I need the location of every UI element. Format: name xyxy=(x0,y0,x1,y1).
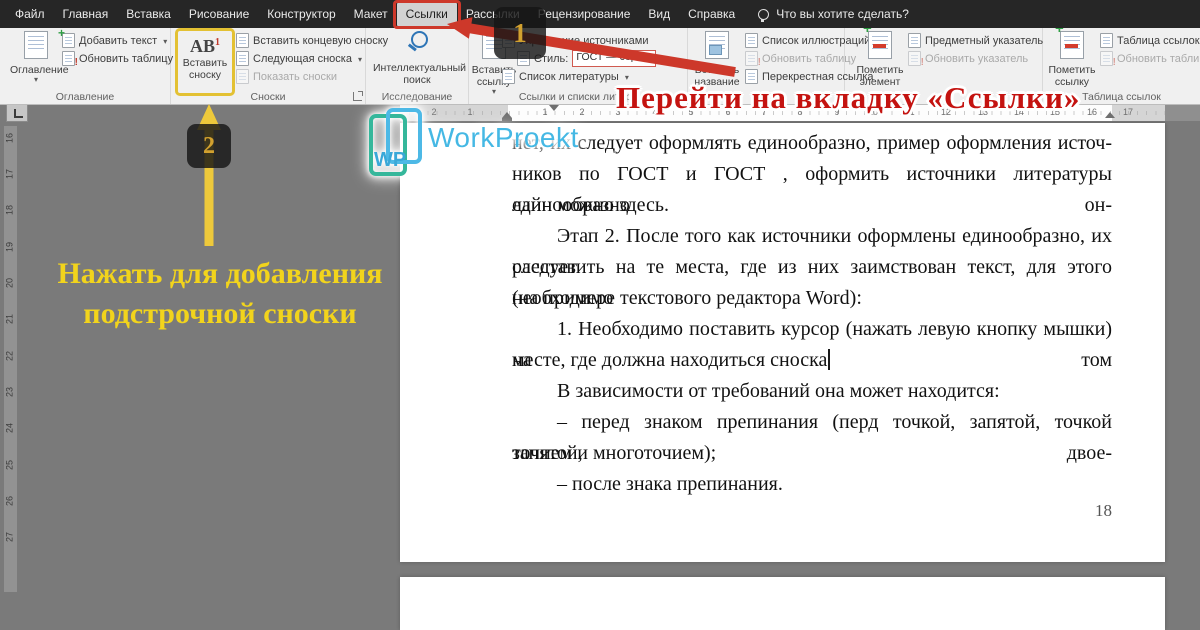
dialog-launcher-icon[interactable] xyxy=(353,92,362,101)
word-window: Файл Главная Вставка Рисование Конструкт… xyxy=(0,0,1200,630)
vertical-ruler[interactable]: 16 17 18 19 20 21 22 23 24 25 26 27 xyxy=(4,126,17,592)
update-index-icon xyxy=(908,51,921,66)
tab-insert[interactable]: Вставка xyxy=(117,0,180,28)
ribbon-tab-bar: Файл Главная Вставка Рисование Конструкт… xyxy=(0,0,1200,28)
chevron-down-icon xyxy=(356,53,362,65)
toc-icon xyxy=(24,31,48,59)
insert-footnote-button[interactable]: AB1 Вставить сноску xyxy=(179,30,231,90)
ruler-number: 17 xyxy=(1120,107,1136,117)
right-indent-marker[interactable] xyxy=(1105,112,1115,118)
tab-file[interactable]: Файл xyxy=(6,0,54,28)
update-authorities-table-button: Обновить таблицу xyxy=(1100,50,1200,67)
next-footnote-icon xyxy=(236,51,249,66)
lightbulb-icon xyxy=(758,9,769,20)
update-index-button: Обновить указатель xyxy=(908,50,1028,67)
update-table-icon xyxy=(1100,51,1113,66)
text-line: ников по ГОСТ и ГОСТ , оформить источник… xyxy=(512,159,1112,190)
show-notes-icon xyxy=(236,69,249,84)
tab-home[interactable]: Главная xyxy=(54,0,118,28)
step-2-badge: 2 xyxy=(187,124,231,168)
mark-entry-icon: + xyxy=(868,31,892,59)
text-line: – перед знаком препинания (перд точкой, … xyxy=(512,407,1112,438)
insert-table-of-authorities-button[interactable]: Таблица ссылок xyxy=(1100,32,1200,49)
mark-citation-icon: + xyxy=(1060,31,1084,59)
text-line: – после знака препинания. xyxy=(512,469,1112,500)
table-of-figures-icon xyxy=(745,33,758,48)
update-table-icon xyxy=(62,51,75,66)
horizontal-ruler-tail xyxy=(1165,105,1200,121)
insert-caption-icon xyxy=(705,31,729,59)
tab-references[interactable]: Ссылки xyxy=(397,3,457,26)
tab-stop-selector[interactable] xyxy=(6,104,28,122)
logo-monogram: WP xyxy=(374,149,406,171)
ruler-number: 2 xyxy=(426,107,442,117)
workproekt-logo: WP WorkProekt xyxy=(368,106,426,185)
step-1-badge: 1 xyxy=(494,7,546,59)
add-text-button[interactable]: Добавить текст xyxy=(62,32,167,49)
first-line-indent-marker[interactable] xyxy=(549,105,559,111)
tab-design[interactable]: Конструктор xyxy=(258,0,344,28)
ruler-number: 16 xyxy=(1084,107,1100,117)
text-line: В зависимости от требований она может на… xyxy=(512,376,1112,407)
document-page-2[interactable] xyxy=(400,577,1165,630)
add-text-icon xyxy=(62,33,75,48)
insert-index-button[interactable]: Предметный указатель xyxy=(908,32,1043,49)
text-line: 1. Необходимо поставить курсор (нажать л… xyxy=(512,314,1112,345)
index-icon xyxy=(908,33,921,48)
group-table-of-contents: Оглавление ▾ Добавить текст Обновить таб… xyxy=(0,28,171,104)
page-number: 18 xyxy=(512,501,1112,521)
tab-layout[interactable]: Макет xyxy=(345,0,397,28)
text-line: (на примере текстового редактора Word): xyxy=(512,283,1112,314)
logo-wordmark: WorkProekt xyxy=(428,122,579,154)
bibliography-icon xyxy=(502,69,515,84)
chevron-down-icon: ▾ xyxy=(10,76,62,83)
left-indent-marker[interactable] xyxy=(502,112,512,118)
tab-references-label: Ссылки xyxy=(406,7,448,21)
chevron-down-icon xyxy=(161,35,167,47)
text-line: Этап 2. После того как источники оформле… xyxy=(512,221,1112,252)
red-annotation-note: Перейти на вкладку «Ссылки» xyxy=(616,80,1080,116)
table-of-authorities-icon xyxy=(1100,33,1113,48)
ruler-number: 1 xyxy=(462,107,478,117)
group-footnotes: AB1 Вставить сноску Вставить концевую сн… xyxy=(171,28,366,104)
tell-me-label: Что вы хотите сделать? xyxy=(776,7,909,21)
footnote-ab-icon: AB1 xyxy=(179,32,231,57)
tab-draw[interactable]: Рисование xyxy=(180,0,258,28)
smart-lookup-icon xyxy=(405,31,429,57)
toc-button[interactable]: Оглавление ▾ xyxy=(10,30,62,90)
next-footnote-button[interactable]: Следующая сноска xyxy=(236,50,362,67)
workproekt-logo-icon: WP xyxy=(368,106,426,180)
text-cursor xyxy=(828,349,830,370)
ruler-number: 2 xyxy=(574,107,590,117)
tab-view[interactable]: Вид xyxy=(639,0,679,28)
yellow-note-line-1: Нажать для добавления xyxy=(25,254,415,294)
text-line: нет, их следует оформлять единообразно, … xyxy=(512,128,1112,159)
bibliography-button[interactable]: Список литературы xyxy=(502,68,629,85)
endnote-icon xyxy=(236,33,249,48)
document-page-1[interactable]: нет, их следует оформлять единообразно, … xyxy=(400,123,1165,562)
yellow-note-line-2: подстрочной сноски xyxy=(25,294,415,334)
tab-help[interactable]: Справка xyxy=(679,0,744,28)
yellow-annotation-note: Нажать для добавления подстрочной сноски xyxy=(25,254,415,334)
group-research: Интеллектуальный поиск Исследование xyxy=(366,28,469,104)
tell-me-box[interactable]: Что вы хотите сделать? xyxy=(758,7,909,21)
update-table-icon xyxy=(745,51,758,66)
document-text: нет, их следует оформлять единообразно, … xyxy=(512,128,1112,500)
text-line: расставить на те места, где из них заимс… xyxy=(512,252,1112,283)
smart-lookup-button[interactable]: Интеллектуальный поиск xyxy=(373,30,461,90)
update-toc-button[interactable]: Обновить таблицу xyxy=(62,50,173,67)
update-figures-table-button: Обновить таблицу xyxy=(745,50,856,67)
citation-style-combobox[interactable]: ГОСТ — сортир xyxy=(572,50,656,67)
show-notes-button: Показать сноски xyxy=(236,68,337,85)
